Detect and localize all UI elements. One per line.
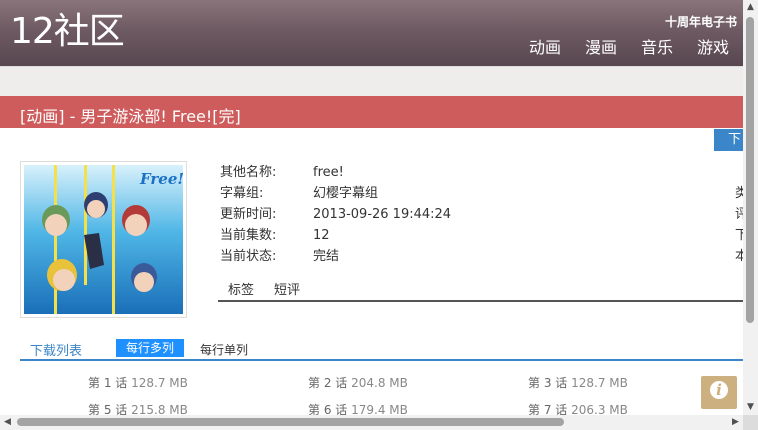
cover-artwork: Free! — [24, 165, 183, 314]
site-header: 12社区 十周年电子书 动画 漫画 音乐 游戏 — [0, 0, 743, 66]
episode-item[interactable]: 第 1 话 128.7 MB — [88, 374, 188, 391]
info-label: 字幕组: — [220, 186, 264, 201]
right-info-column: 类 评 下 本 — [735, 183, 743, 267]
episode-size: 179.4 MB — [351, 403, 408, 415]
info-value: 完结 — [313, 249, 340, 264]
info-value: free! — [313, 165, 344, 180]
nav-anime[interactable]: 动画 — [529, 38, 561, 58]
horizontal-scrollbar[interactable]: ◀ ▶ — [0, 415, 743, 430]
episode-item[interactable]: 第 3 话 128.7 MB — [528, 374, 628, 391]
tab-short-reviews[interactable]: 短评 — [264, 282, 310, 300]
info-label: 当前集数: — [220, 228, 277, 243]
scrollbar-corner — [743, 415, 758, 430]
vertical-scroll-thumb[interactable] — [746, 17, 754, 323]
page-title: [动画] - 男子游泳部! Free![完] — [20, 107, 241, 126]
episode-label[interactable]: 第 2 话 — [308, 376, 347, 390]
arrow-left-icon[interactable]: ◀ — [0, 415, 15, 430]
title-bar: [动画] - 男子游泳部! Free![完] — [0, 96, 743, 128]
episode-item[interactable]: 第 7 话 206.3 MB — [528, 401, 628, 415]
right-info-item: 本 — [735, 249, 743, 264]
page-viewport: 12社区 十周年电子书 动画 漫画 音乐 游戏 [动画] - 男子游泳部! Fr… — [0, 0, 743, 415]
episode-label[interactable]: 第 6 话 — [308, 403, 347, 415]
episode-label[interactable]: 第 1 话 — [88, 376, 127, 390]
episode-size: 128.7 MB — [571, 376, 628, 390]
main-nav: 动画 漫画 音乐 游戏 — [529, 38, 729, 58]
arrow-up-icon[interactable]: ▲ — [743, 0, 758, 15]
nav-games[interactable]: 游戏 — [697, 38, 729, 58]
episode-label[interactable]: 第 7 话 — [528, 403, 567, 415]
mode-single-column-button[interactable]: 每行单列 — [200, 341, 248, 358]
subheader-bar — [0, 66, 743, 96]
anniversary-ebook-link[interactable]: 十周年电子书 — [665, 13, 737, 30]
arrow-right-icon[interactable]: ▶ — [728, 415, 743, 430]
info-label: 更新时间: — [220, 207, 277, 222]
info-value[interactable]: 幻樱字幕组 — [313, 183, 378, 204]
right-info-item: 下 — [735, 228, 743, 243]
vertical-scrollbar[interactable]: ▲ ▼ — [743, 0, 758, 415]
info-label: 其他名称: — [220, 165, 277, 180]
episode-size: 204.8 MB — [351, 376, 408, 390]
tab-tags[interactable]: 标签 — [218, 282, 264, 300]
info-value: 2013-09-26 19:44:24 — [313, 207, 452, 222]
episode-item[interactable]: 第 5 话 215.8 MB — [88, 401, 188, 415]
episode-label[interactable]: 第 5 话 — [88, 403, 127, 415]
cover-image[interactable]: Free! — [20, 161, 187, 318]
episode-item[interactable]: 第 2 话 204.8 MB — [308, 374, 408, 391]
arrow-down-icon[interactable]: ▼ — [743, 400, 758, 415]
right-info-item: 类 — [735, 186, 743, 201]
nav-manga[interactable]: 漫画 — [585, 38, 617, 58]
horizontal-scroll-thumb[interactable] — [17, 418, 564, 426]
episode-label[interactable]: 第 3 话 — [528, 376, 567, 390]
info-button[interactable]: i — [701, 376, 737, 409]
episode-size: 206.3 MB — [571, 403, 628, 415]
download-list-header: 下载列表 每行多列 每行单列 — [20, 339, 743, 361]
episode-size: 128.7 MB — [131, 376, 188, 390]
detail-tabs: 标签 短评 — [218, 282, 743, 302]
info-label: 当前状态: — [220, 249, 277, 264]
episode-item[interactable]: 第 6 话 179.4 MB — [308, 401, 408, 415]
right-info-item: 评 — [735, 207, 743, 222]
site-logo[interactable]: 12社区 — [10, 12, 125, 52]
download-button[interactable]: 下 — [714, 129, 743, 151]
download-list-title[interactable]: 下载列表 — [30, 340, 82, 359]
nav-music[interactable]: 音乐 — [641, 38, 673, 58]
info-value: 12 — [313, 228, 330, 243]
cover-logo-text: Free! — [139, 170, 183, 188]
info-icon: i — [710, 381, 728, 399]
mode-multi-column-button[interactable]: 每行多列 — [116, 339, 185, 357]
episode-size: 215.8 MB — [131, 403, 188, 415]
